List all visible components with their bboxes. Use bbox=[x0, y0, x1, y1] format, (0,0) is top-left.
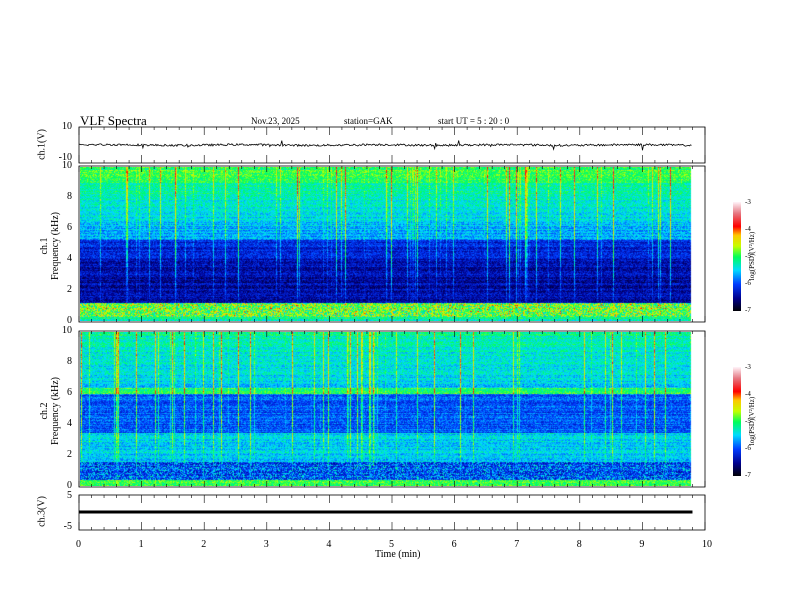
ytick: 6 bbox=[67, 222, 72, 233]
panel-frame bbox=[78, 165, 706, 323]
ytick: 0 bbox=[67, 480, 72, 491]
xtick-label: 0 bbox=[76, 539, 81, 550]
colorbar-tick: -7 bbox=[745, 471, 751, 479]
vlf-spectra-figure: VLF Spectra Nov.23, 2025 station=GAK sta… bbox=[0, 0, 792, 612]
ytick: 2 bbox=[67, 449, 72, 460]
ytick: 8 bbox=[67, 356, 72, 367]
xtick-label: 10 bbox=[702, 539, 712, 550]
xtick-label: 2 bbox=[201, 539, 207, 550]
ytick: 10 bbox=[62, 325, 72, 336]
ytick: 2 bbox=[67, 284, 72, 295]
xtick-label: 4 bbox=[326, 539, 332, 550]
ytick: 4 bbox=[67, 253, 72, 264]
xtick-label: 6 bbox=[451, 539, 457, 550]
ch1-waveform-line bbox=[78, 140, 692, 151]
ytick: 4 bbox=[67, 418, 72, 429]
plot-axes bbox=[78, 126, 706, 531]
ytick: 10 bbox=[62, 160, 72, 171]
ytick: 6 bbox=[67, 387, 72, 398]
colorbar-tick: -3 bbox=[745, 198, 751, 206]
xtick-label: 9 bbox=[639, 539, 645, 550]
xtick-label: 7 bbox=[514, 539, 520, 550]
colorbar-tick: -3 bbox=[745, 363, 751, 371]
colorbar-label: log(PSD)(V²/Hz) bbox=[748, 231, 756, 281]
xtick-label: 3 bbox=[263, 539, 269, 550]
colorbar-tick: -7 bbox=[745, 306, 751, 314]
xtick-label: 1 bbox=[138, 539, 144, 550]
panel-frame bbox=[78, 330, 706, 488]
colorbar-label: log(PSD)(V²/Hz) bbox=[748, 396, 756, 446]
xtick-label: 8 bbox=[576, 539, 582, 550]
ytick: 8 bbox=[67, 191, 72, 202]
xtick-label: 5 bbox=[389, 539, 394, 550]
